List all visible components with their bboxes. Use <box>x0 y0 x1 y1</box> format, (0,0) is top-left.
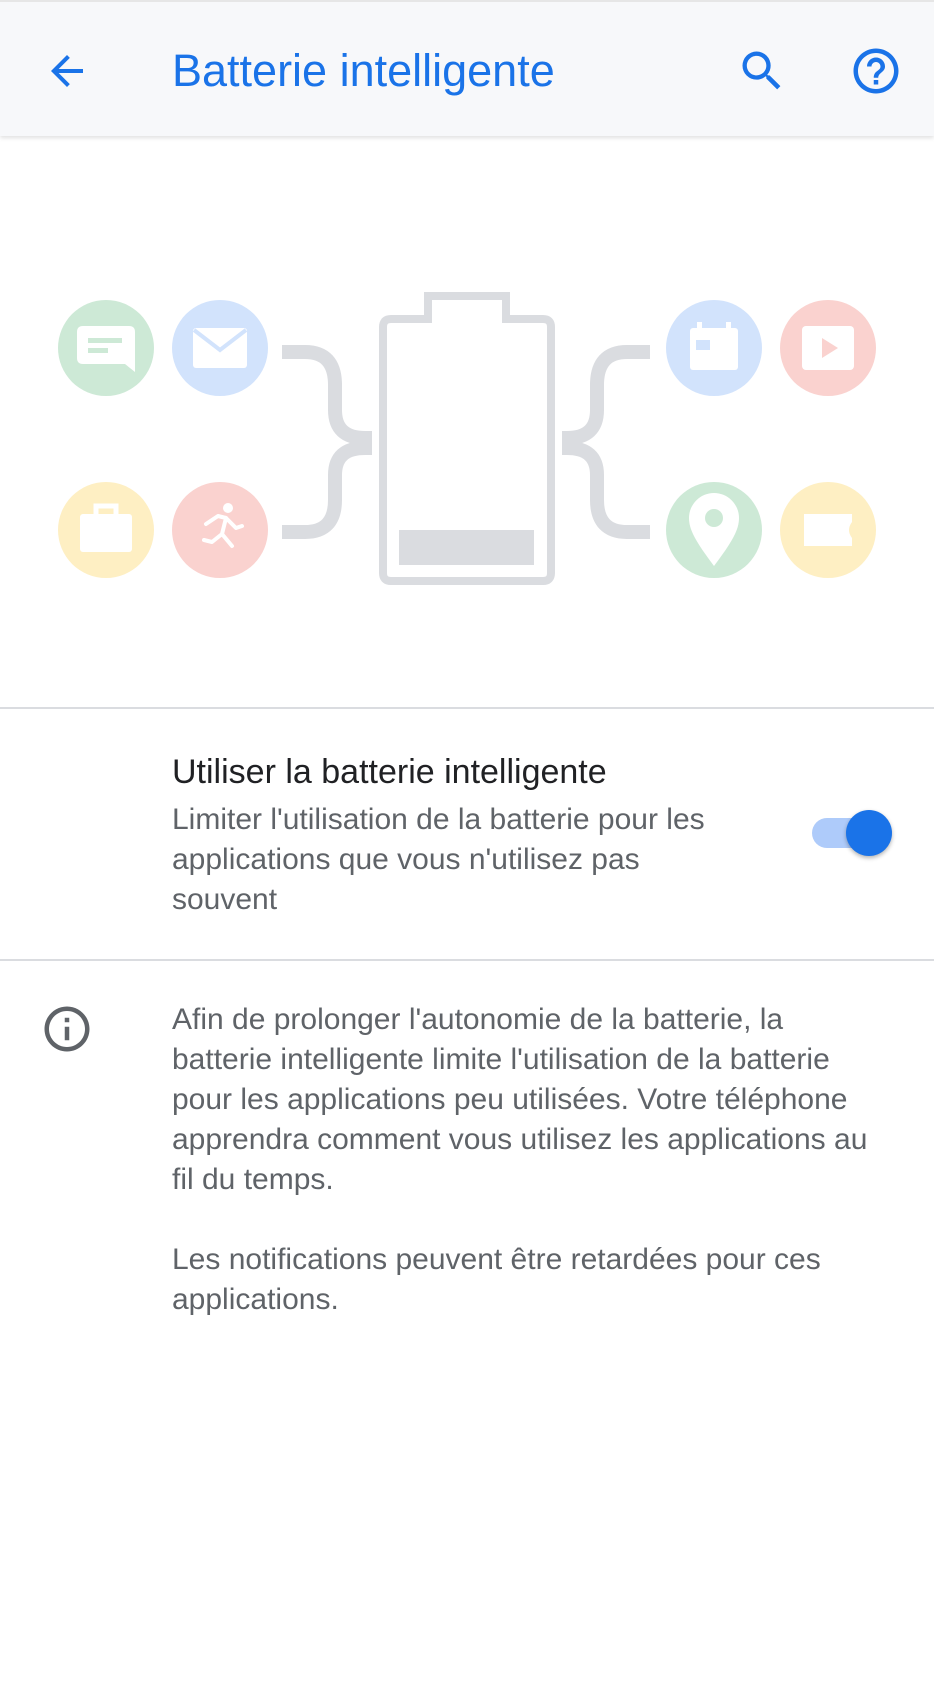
arrow-back-icon <box>51 55 83 87</box>
mail-icon <box>172 300 268 396</box>
map-pin-icon <box>666 482 762 578</box>
video-icon <box>780 300 876 396</box>
info-footer: Afin de prolonger l'autonomie de la batt… <box>0 962 934 1362</box>
calendar-icon <box>666 300 762 396</box>
app-toolbar: Batterie intelligente <box>0 0 934 136</box>
chat-icon <box>58 300 154 396</box>
info-text: Afin de prolonger l'autonomie de la batt… <box>172 1000 872 1360</box>
info-icon <box>44 1006 90 1052</box>
page-title: Batterie intelligente <box>172 45 555 96</box>
smart-battery-setting-row[interactable]: Utiliser la batterie intelligente Limite… <box>0 710 934 960</box>
info-paragraph-2: Les notifications peuvent être retardées… <box>172 1243 821 1316</box>
smart-battery-toggle[interactable] <box>808 808 892 858</box>
back-button[interactable] <box>32 36 102 106</box>
divider-top <box>0 707 934 709</box>
setting-summary: Limiter l'utilisation de la batterie pou… <box>172 803 705 916</box>
help-button[interactable] <box>841 36 911 106</box>
setting-title: Utiliser la batterie intelligente <box>172 753 607 791</box>
search-button[interactable] <box>727 36 797 106</box>
smart-battery-illustration <box>58 292 876 585</box>
battery-icon <box>379 292 555 585</box>
fitness-icon <box>172 482 268 578</box>
help-icon <box>853 48 899 94</box>
ticket-icon <box>780 482 876 578</box>
briefcase-icon <box>58 482 154 578</box>
search-icon <box>742 51 781 90</box>
divider-bottom <box>0 959 934 961</box>
toggle-thumb <box>846 810 892 856</box>
info-paragraph-1: Afin de prolonger l'autonomie de la batt… <box>172 1003 868 1196</box>
